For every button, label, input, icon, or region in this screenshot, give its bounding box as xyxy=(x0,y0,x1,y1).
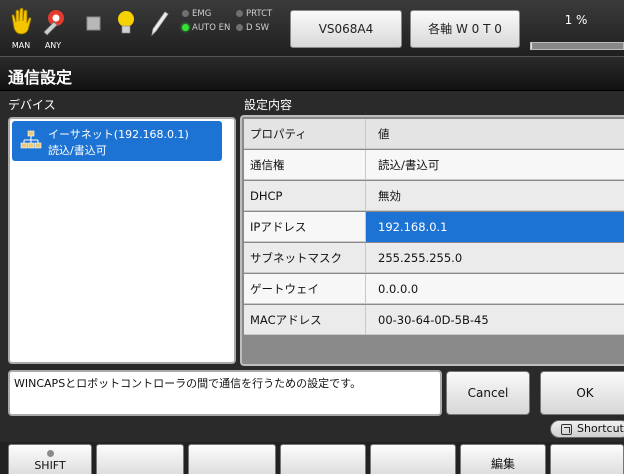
robot-arm-icon[interactable]: ANY xyxy=(38,6,68,50)
property-cell: 通信権 xyxy=(244,150,366,180)
device-name: イーサネット(192.168.0.1) xyxy=(48,128,189,141)
network-icon xyxy=(20,130,42,149)
settings-row[interactable]: サブネットマスク 255.255.255.0 xyxy=(244,243,624,273)
description-box: WINCAPSとロボットコントローラの間で通信を行うための設定です。 xyxy=(8,370,442,416)
device-header: デバイス xyxy=(8,98,56,112)
hand-icon[interactable]: MAN xyxy=(6,6,36,50)
prtct-indicator: PRTCT xyxy=(236,9,272,20)
settings-grid: プロパティ値通信権 読込/書込可 DHCP 無効 IPアドレス 192.168.0.1 サブ… xyxy=(240,115,624,366)
speed-bar-fill xyxy=(531,43,532,49)
fkey-7[interactable] xyxy=(550,444,624,474)
cancel-button[interactable]: Cancel xyxy=(446,371,530,415)
light-bulb-icon[interactable] xyxy=(112,6,142,50)
speed-bar xyxy=(530,42,624,50)
settings-header-row: プロパティ値 xyxy=(244,119,624,149)
device-access: 読込/書込可 xyxy=(48,144,107,157)
settings-row[interactable]: MACアドレス 00-30-64-0D-5B-45 xyxy=(244,305,624,335)
status-leds: EMG PRTCT AUTO EN D SW xyxy=(182,9,292,49)
settings-row[interactable]: DHCP 無効 xyxy=(244,181,624,211)
top-toolbar: MAN ANY EMG PRTCT AUTO EN D SW VS068A4 各… xyxy=(0,0,624,56)
fkey-5[interactable] xyxy=(370,444,456,474)
device-item-ethernet[interactable]: イーサネット(192.168.0.1) 読込/書込可 xyxy=(12,121,222,161)
shortcut-icon xyxy=(561,424,572,435)
value-cell[interactable]: 無効 xyxy=(366,181,624,211)
settings-row[interactable]: ゲートウェイ 0.0.0.0 xyxy=(244,274,624,304)
property-cell: MACアドレス xyxy=(244,305,366,335)
auto-en-indicator: AUTO EN xyxy=(182,23,230,34)
shortcut-label: Shortcut xyxy=(577,422,624,435)
settings-header: 設定内容 xyxy=(244,98,293,112)
fkey-label: 編集 xyxy=(490,457,515,471)
speed-indicator[interactable]: 1 % xyxy=(528,10,624,50)
shortcut-button[interactable]: Shortcut xyxy=(550,420,624,438)
value-cell[interactable]: 読込/書込可 xyxy=(366,150,624,180)
device-list: イーサネット(192.168.0.1) 読込/書込可 xyxy=(8,117,236,364)
function-key-bar: SHIFT 編集 xyxy=(0,442,624,474)
value-cell[interactable]: 255.255.255.0 xyxy=(366,243,624,273)
ok-button[interactable]: OK xyxy=(540,371,624,415)
fkey-label: SHIFT xyxy=(34,459,66,472)
emg-indicator: EMG xyxy=(182,9,211,20)
page-title: 通信設定 xyxy=(8,68,73,87)
mode-label: MAN xyxy=(11,41,31,50)
emg-led xyxy=(182,10,189,17)
robot-model-button[interactable]: VS068A4 xyxy=(290,10,402,48)
pen-icon[interactable] xyxy=(144,6,174,50)
fkey-shift[interactable]: SHIFT xyxy=(8,444,92,474)
property-cell: サブネットマスク xyxy=(244,243,366,273)
dsw-led xyxy=(236,24,243,31)
fkey-4[interactable] xyxy=(280,444,366,474)
dsw-indicator: D SW xyxy=(236,23,269,34)
stop-icon[interactable] xyxy=(80,6,110,50)
prtct-led xyxy=(236,10,243,17)
property-cell: ゲートウェイ xyxy=(244,274,366,304)
property-cell: DHCP xyxy=(244,181,366,211)
value-cell[interactable]: 0.0.0.0 xyxy=(366,274,624,304)
speed-label: 1 % xyxy=(564,13,588,27)
settings-row[interactable]: IPアドレス 192.168.0.1 xyxy=(244,212,624,242)
value-cell[interactable]: 00-30-64-0D-5B-45 xyxy=(366,305,624,335)
settings-row[interactable]: 通信権 読込/書込可 xyxy=(244,150,624,180)
axis-mode-button[interactable]: 各軸 W 0 T 0 xyxy=(410,10,520,48)
fkey-edit[interactable]: 編集 xyxy=(460,444,546,474)
value-cell: 値 xyxy=(378,127,390,141)
title-bar: 通信設定 xyxy=(0,56,624,91)
auto-en-led xyxy=(182,24,189,31)
property-cell: IPアドレス xyxy=(244,212,366,242)
target-label: ANY xyxy=(44,41,62,50)
fkey-3[interactable] xyxy=(188,444,276,474)
teach-pendant-screen: MAN ANY EMG PRTCT AUTO EN D SW VS068A4 各… xyxy=(0,0,624,474)
property-cell: プロパティ xyxy=(244,119,366,149)
shift-indicator-icon xyxy=(47,450,54,457)
fkey-2[interactable] xyxy=(96,444,184,474)
value-cell[interactable]: 192.168.0.1 xyxy=(366,212,624,242)
